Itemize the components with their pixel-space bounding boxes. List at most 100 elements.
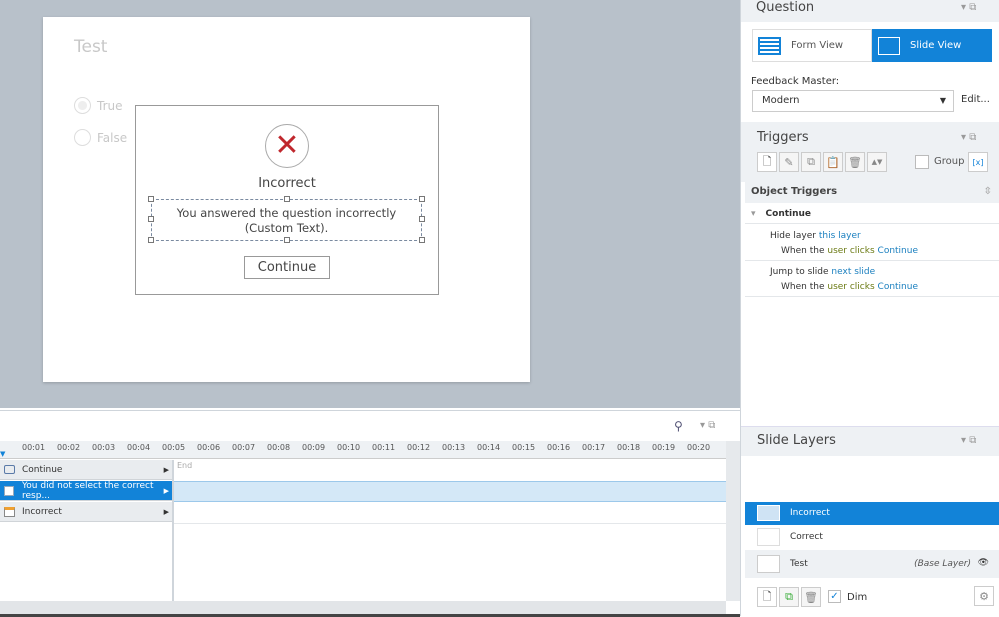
option-false[interactable]: False [74, 129, 127, 146]
resize-handle[interactable] [419, 196, 425, 202]
vertical-scrollbar[interactable] [726, 441, 740, 601]
row-label: Continue [22, 464, 63, 475]
ruler-tick-label: 00:14 [477, 443, 501, 452]
edit-link[interactable]: Edit... [961, 94, 990, 105]
triggers-title: Triggers [757, 130, 809, 145]
ruler-tick-label: 00:07 [232, 443, 256, 452]
resize-handle[interactable] [148, 196, 154, 202]
panel-menu-icon[interactable]: ▾ ⧉ [961, 2, 976, 13]
ruler-tick-label: 00:20 [687, 443, 711, 452]
shape-object-icon [4, 506, 15, 517]
dim-checkbox[interactable]: ✓ [828, 590, 841, 603]
timeline-bar-selected[interactable] [174, 481, 726, 502]
ruler-tick-label: 00:11 [372, 443, 396, 452]
layer-thumbnail [757, 555, 780, 573]
resize-handle[interactable] [148, 216, 154, 222]
layer-correct[interactable]: Correct [745, 526, 999, 549]
trigger-item[interactable]: Hide layer this layer When the user click… [770, 229, 918, 259]
visibility-eye-icon[interactable]: 👁 [978, 558, 989, 568]
ruler-tick-label: 00:19 [652, 443, 676, 452]
slide-stage: Test True False ✕ Incorrect You answered… [0, 0, 740, 408]
end-label: End [177, 461, 193, 470]
playhead-icon[interactable]: ▼ [0, 450, 5, 458]
ruler-tick-label: 00:03 [92, 443, 116, 452]
duplicate-layer-icon[interactable]: ⧉ [779, 587, 799, 607]
expand-arrow-icon[interactable]: ▶ [164, 466, 169, 474]
expand-arrow-icon[interactable]: ▶ [164, 508, 169, 516]
radio-icon [74, 97, 91, 114]
form-view-button[interactable]: Form View [752, 29, 872, 62]
group-checkbox[interactable] [915, 155, 929, 169]
edit-trigger-icon[interactable]: ✎ [779, 152, 799, 172]
ruler-tick-label: 00:08 [267, 443, 291, 452]
ruler-tick-label: 00:17 [582, 443, 606, 452]
trigger-item[interactable]: Jump to slide next slide When the user cl… [770, 265, 918, 295]
form-view-icon [758, 36, 781, 55]
feedback-master-label: Feedback Master: [751, 76, 840, 87]
feedback-master-select[interactable]: Modern ▼ [752, 90, 954, 112]
panel-menu-icon[interactable]: ▾ ⧉ [700, 420, 715, 431]
layer-thumbnail [757, 528, 780, 546]
panel-menu-icon[interactable]: ▾ ⧉ [961, 132, 976, 143]
ruler-tick-label: 00:16 [547, 443, 571, 452]
layer-toolbar: 🗋 ⧉ 🗑 [757, 587, 821, 607]
copy-trigger-icon[interactable]: ⧉ [801, 152, 821, 172]
ruler-tick-label: 00:04 [127, 443, 151, 452]
variables-icon[interactable]: [x] [968, 152, 988, 172]
incorrect-x-icon: ✕ [265, 124, 309, 168]
resize-handle[interactable] [419, 216, 425, 222]
timeline-snap-icon[interactable]: ⚲ [674, 419, 683, 433]
ruler-tick-label: 00:01 [22, 443, 46, 452]
resize-handle[interactable] [284, 196, 290, 202]
trigger-object-continue[interactable]: ▾ Continue [751, 209, 811, 219]
resize-handle[interactable] [419, 237, 425, 243]
slide-title: Test [74, 37, 108, 57]
ruler-tick-label: 00:02 [57, 443, 81, 452]
paste-trigger-icon[interactable]: 📋 [823, 152, 843, 172]
timeline-row-continue[interactable]: Continue ▶ [0, 460, 172, 480]
collapse-all-icon[interactable]: ⇳ [984, 186, 992, 197]
text-object-icon [4, 485, 14, 496]
timeline-row-text[interactable]: You did not select the correct resp... ▶ [0, 481, 172, 501]
resize-handle[interactable] [148, 237, 154, 243]
resize-handle[interactable] [284, 237, 290, 243]
panel-menu-icon[interactable]: ▾ ⧉ [961, 435, 976, 446]
question-panel-title: Question [756, 0, 815, 15]
row-label: Incorrect [22, 506, 62, 517]
radio-icon [74, 129, 91, 146]
collapse-icon: ▾ [751, 209, 756, 219]
feedback-layer-box[interactable]: ✕ Incorrect You answered the question in… [135, 105, 439, 295]
feedback-title: Incorrect [258, 176, 316, 191]
ruler-tick-label: 00:06 [197, 443, 221, 452]
horizontal-scrollbar[interactable] [0, 601, 726, 614]
form-view-label: Form View [791, 40, 844, 51]
expand-arrow-icon[interactable]: ▶ [164, 487, 169, 495]
object-triggers-header: Object Triggers ⇳ [745, 182, 999, 203]
slide-view-icon [878, 36, 900, 55]
layer-base[interactable]: Test (Base Layer) 👁 [745, 550, 999, 578]
right-panel: Question ▾ ⧉ Form View Slide View Feedba… [740, 0, 999, 616]
ruler-tick-label: 00:05 [162, 443, 186, 452]
ruler-tick-label: 00:18 [617, 443, 641, 452]
delete-layer-icon[interactable]: 🗑 [801, 587, 821, 607]
dropdown-icon: ▼ [939, 96, 946, 105]
ruler-tick-label: 00:12 [407, 443, 431, 452]
ruler-tick-label: 00:09 [302, 443, 326, 452]
slide-view-button[interactable]: Slide View [872, 29, 992, 62]
option-true[interactable]: True [74, 97, 123, 114]
layer-incorrect[interactable]: Incorrect [745, 502, 999, 525]
continue-button[interactable]: Continue [244, 256, 330, 279]
option-label: True [97, 98, 123, 113]
select-value: Modern [762, 95, 800, 106]
new-trigger-icon[interactable]: 🗋 [757, 152, 777, 172]
delete-trigger-icon[interactable]: 🗑 [845, 152, 865, 172]
move-trigger-icon[interactable]: ▲▼ [867, 152, 887, 172]
timeline-row-incorrect[interactable]: Incorrect ▶ [0, 502, 172, 522]
new-layer-icon[interactable]: 🗋 [757, 587, 777, 607]
layer-settings-gear-icon[interactable]: ⚙ [974, 586, 994, 606]
slide-layers-title: Slide Layers [757, 433, 836, 448]
feedback-text-box[interactable]: You answered the question incorrectly (C… [151, 199, 422, 241]
timeline-ruler[interactable]: 00:01 00:02 00:03 00:04 00:05 00:06 00:07 00:08… [0, 441, 726, 459]
ruler-tick-label: 00:13 [442, 443, 466, 452]
row-label: You did not select the correct resp... [22, 480, 154, 501]
